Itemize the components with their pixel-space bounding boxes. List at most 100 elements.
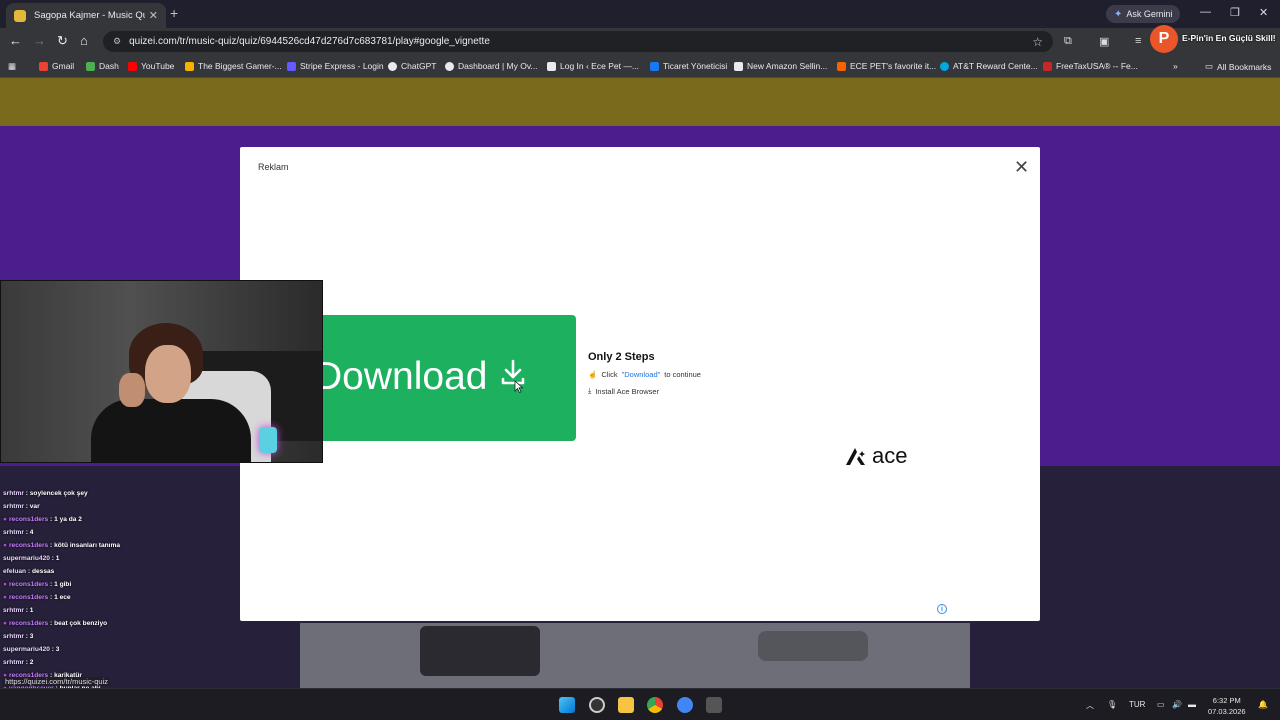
bookmark-ece-pet-login[interactable]: Log In ‹ Ece Pet —...: [547, 61, 639, 71]
reload-icon[interactable]: ↻: [57, 33, 68, 49]
chat-username: supermariu420: [3, 555, 50, 562]
stripe-icon: [287, 61, 296, 71]
bookmark-biggest-gamer[interactable]: The Biggest Gamer-...: [185, 61, 282, 71]
install-download-icon: ⤓: [588, 386, 592, 395]
bookmark-star-icon[interactable]: ☆: [1032, 35, 1043, 49]
chat-message: srhtmr : 3: [3, 633, 34, 640]
browser-toolbar: ← → ↻ ⌂ ⚙ ☆ ⧉ ▣ ≡: [0, 28, 1280, 55]
steps-title: Only 2 Steps: [588, 351, 655, 363]
chat-username: efeluan: [3, 568, 27, 575]
start-icon[interactable]: [559, 697, 575, 713]
home-icon[interactable]: ⌂: [80, 33, 88, 48]
dash-icon: [86, 61, 95, 71]
bookmark-ticaret[interactable]: Ticaret Yöneticisi: [650, 61, 727, 71]
chat-username: recons1ders: [8, 594, 49, 601]
bookmark-etsy[interactable]: ECE PET's favorite it...: [837, 61, 936, 71]
chat-text: 4: [29, 529, 34, 536]
clock-date: 07.03.2026: [1208, 707, 1246, 716]
chat-username: srhtmr: [3, 607, 24, 614]
chat-text: 1 ece: [54, 594, 71, 601]
file-explorer-icon[interactable]: [618, 697, 634, 713]
bookmarks-overflow-icon[interactable]: »: [1173, 61, 1178, 71]
maximize-icon[interactable]: ❐: [1230, 6, 1240, 19]
chat-text: 3: [29, 633, 34, 640]
chat-text: dessas: [31, 568, 55, 575]
address-bar[interactable]: ⚙ ☆: [103, 31, 1053, 52]
chrome-icon[interactable]: [647, 697, 663, 713]
bookmark-freetaxusa[interactable]: FreeTaxUSA® -- Fe...: [1043, 61, 1138, 71]
chat-message: srhtmr : 1: [3, 607, 34, 614]
network-icon[interactable]: ▭: [1157, 700, 1165, 709]
download-button[interactable]: Download: [300, 315, 576, 441]
google-app-icon[interactable]: [677, 697, 693, 713]
step-one: ☝ Click "Download" to continue: [588, 370, 701, 379]
system-clock[interactable]: 6:32 PM 07.03.2026: [1208, 695, 1246, 717]
chat-text: 3: [55, 646, 60, 653]
microphone-icon[interactable]: 🎙: [1107, 700, 1117, 709]
battery-icon[interactable]: ▬: [1188, 700, 1196, 709]
chat-message: ● recons1ders : kötü insanları tanıma: [3, 542, 121, 549]
volume-icon[interactable]: 🔊: [1172, 700, 1182, 709]
chat-username: recons1ders: [8, 620, 49, 627]
bookmark-amazon[interactable]: New Amazon Sellin...: [734, 61, 827, 71]
webcam-person-body: [91, 399, 251, 462]
task-app-icon[interactable]: [589, 697, 605, 713]
chat-text: 1: [55, 555, 60, 562]
page-footer-panel: [300, 623, 970, 688]
chat-text: beat çok benziyo: [54, 620, 108, 627]
tab-title: Sagopa Kajmer - Music Quiz - Q: [34, 10, 145, 21]
extensions-icon[interactable]: ⧉: [1064, 35, 1072, 48]
steps-panel: Only 2 Steps ☝ Click "Download" to conti…: [588, 351, 701, 396]
chat-badge-icon: ●: [3, 581, 7, 588]
ace-logo-icon: [846, 448, 865, 465]
chat-text: var: [29, 503, 40, 510]
chat-message: srhtmr : 4: [3, 529, 34, 536]
close-ad-icon[interactable]: ✕: [1014, 157, 1029, 178]
meta-icon: [650, 61, 659, 71]
new-tab-button[interactable]: +: [170, 5, 178, 21]
gemini-sparkle-icon: ✦: [1114, 8, 1123, 20]
url-input[interactable]: [129, 36, 1033, 47]
chat-username: srhtmr: [3, 490, 24, 497]
webcam-person-hand: [119, 373, 145, 407]
chat-username: srhtmr: [3, 633, 24, 640]
forward-icon[interactable]: →: [33, 33, 46, 48]
chat-text: 1 gibi: [54, 581, 72, 588]
bookmark-dash[interactable]: Dash: [86, 61, 119, 71]
obs-app-icon[interactable]: [706, 697, 722, 713]
all-bookmarks-button[interactable]: ▭ All Bookmarks: [1205, 61, 1271, 72]
window-close-icon[interactable]: ✕: [1259, 6, 1268, 19]
language-indicator[interactable]: TUR: [1129, 700, 1145, 709]
chat-message: srhtmr : var: [3, 503, 40, 510]
streamer-logo-avatar: P: [1150, 25, 1178, 53]
ad-info-icon[interactable]: i: [937, 604, 947, 614]
site-info-icon[interactable]: ⚙: [113, 36, 121, 47]
tab-favicon-icon: [14, 9, 26, 22]
amazon-icon: [734, 61, 743, 71]
browser-tab[interactable]: Sagopa Kajmer - Music Quiz - Q ✕: [6, 3, 166, 28]
bookmark-chatgpt[interactable]: ChatGPT: [388, 61, 436, 71]
tray-expand-icon[interactable]: ︿: [1086, 700, 1094, 711]
bookmark-att[interactable]: AT&T Reward Cente...: [940, 61, 1038, 71]
back-icon[interactable]: ←: [9, 33, 22, 48]
bookmark-youtube[interactable]: YouTube: [128, 61, 174, 71]
ad-modal: Reklam ✕ Download Only 2 Steps ☝ Click "…: [240, 147, 1040, 621]
chat-message: efeluan : dessas: [3, 568, 55, 575]
chat-message: supermariu420 : 3: [3, 646, 60, 653]
step-two: ⤓ Install Ace Browser: [588, 386, 660, 396]
bookmark-dashboard[interactable]: Dashboard | My Ov...: [445, 61, 538, 71]
tab-close-icon[interactable]: ✕: [149, 9, 158, 22]
minimize-icon[interactable]: —: [1200, 6, 1211, 18]
tab-search-icon[interactable]: ▣: [1099, 35, 1109, 48]
ask-gemini-button[interactable]: ✦ Ask Gemini: [1106, 5, 1181, 23]
chat-message: ● recons1ders : 1 ece: [3, 594, 71, 601]
bookmark-stripe[interactable]: Stripe Express - Login: [287, 61, 384, 71]
apps-grid-icon[interactable]: ▦: [8, 61, 16, 72]
freetaxusa-icon: [1043, 61, 1052, 71]
chat-username: recons1ders: [8, 581, 49, 588]
notification-bell-icon[interactable]: 🔔: [1258, 700, 1268, 709]
menu-icon[interactable]: ≡: [1135, 35, 1141, 47]
bookmark-gmail[interactable]: Gmail: [39, 61, 74, 71]
chat-username: srhtmr: [3, 659, 24, 666]
status-hover-url: https://quizei.com/tr/music-quiz: [3, 677, 110, 686]
